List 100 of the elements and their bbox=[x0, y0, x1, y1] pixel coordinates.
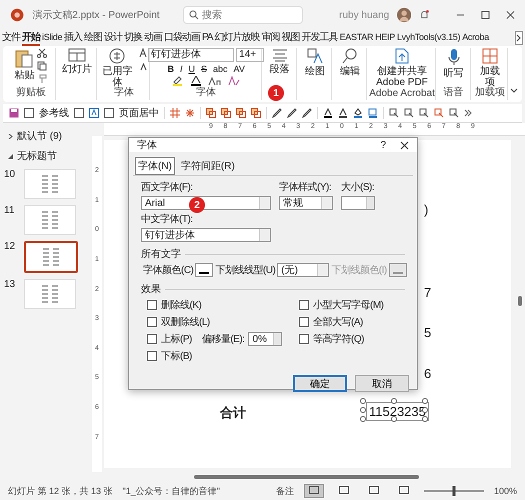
ribbon-tab[interactable]: 幻灯片放映 bbox=[214, 30, 260, 46]
format-button[interactable]: U bbox=[188, 64, 195, 74]
ribbon-tab[interactable]: 口袋动画 PA bbox=[164, 30, 213, 46]
checkbox[interactable] bbox=[147, 317, 157, 327]
fill-color-icon[interactable] bbox=[353, 108, 363, 118]
format-button[interactable]: B bbox=[167, 64, 174, 74]
avatar-icon[interactable] bbox=[397, 7, 412, 23]
field-label: 字体颜色(C) bbox=[143, 264, 194, 277]
ribbon-tab[interactable]: Acroba bbox=[462, 32, 489, 44]
case-icon[interactable] bbox=[208, 76, 222, 86]
section-header[interactable]: 默认节 (9) bbox=[4, 129, 92, 143]
checkbox[interactable] bbox=[24, 108, 34, 118]
paste-button[interactable]: 粘贴 bbox=[14, 48, 34, 84]
paragraph-button[interactable]: 段落 bbox=[270, 48, 290, 75]
outline-color-icon[interactable] bbox=[368, 108, 378, 118]
format-button[interactable]: AV bbox=[233, 64, 245, 74]
size-spinner[interactable] bbox=[341, 196, 375, 210]
dialog-button[interactable]: 取消 bbox=[355, 375, 409, 392]
editing-button[interactable]: 编辑 bbox=[340, 48, 360, 77]
asterisk-icon[interactable] bbox=[185, 108, 195, 118]
dialog-tab[interactable]: 字体(N) bbox=[135, 157, 175, 175]
ribbon-tab[interactable]: 绘图 bbox=[84, 30, 102, 46]
clear-format-icon[interactable] bbox=[228, 76, 240, 86]
ribbon-tab[interactable]: 动画 bbox=[144, 30, 162, 46]
more-icon[interactable] bbox=[464, 109, 472, 117]
close-icon[interactable] bbox=[400, 140, 409, 150]
search-field[interactable]: 搜索 bbox=[183, 6, 304, 24]
offset-spinner[interactable]: 0% bbox=[248, 332, 282, 346]
highlight-icon[interactable] bbox=[172, 76, 184, 86]
ribbon-tab[interactable]: 切换 bbox=[124, 30, 142, 46]
underline-style-dropdown[interactable]: (无) bbox=[277, 263, 330, 277]
font-color-icon[interactable] bbox=[323, 108, 333, 118]
ribbon-tab[interactable]: 文件 bbox=[2, 30, 20, 46]
shrink-font-icon[interactable] bbox=[138, 61, 149, 71]
maximize-icon[interactable] bbox=[481, 10, 490, 20]
bell-icon[interactable] bbox=[419, 9, 430, 21]
view-icon bbox=[368, 486, 379, 494]
dialog-tab[interactable]: 字符间距(R) bbox=[178, 157, 238, 175]
notes-button[interactable]: 备注 bbox=[276, 484, 294, 498]
dialog-button[interactable]: 确定 bbox=[293, 375, 347, 392]
tool-icon[interactable] bbox=[389, 108, 399, 118]
checkbox[interactable] bbox=[299, 317, 309, 327]
slide-info: 幻灯片 第 12 张，共 13 张 bbox=[8, 484, 113, 498]
dictate-button[interactable]: 听写 bbox=[444, 48, 464, 79]
font-color-icon[interactable] bbox=[190, 76, 202, 86]
ribbon-tab[interactable]: 插入 bbox=[64, 30, 82, 46]
create-pdf-button[interactable]: 创建并共享 Adobe PDF bbox=[369, 48, 435, 88]
slide-thumbnail[interactable] bbox=[24, 241, 78, 273]
new-slide-button[interactable]: 幻灯片 bbox=[62, 48, 92, 75]
cut-icon[interactable] bbox=[37, 48, 48, 58]
ribbon-tab[interactable]: EASTAR bbox=[340, 32, 374, 44]
cjk-font-dropdown[interactable]: 钉钉进步体 bbox=[141, 228, 271, 242]
ribbon-tab[interactable]: 开发工具 bbox=[302, 30, 338, 46]
format-painter-icon[interactable] bbox=[37, 74, 48, 84]
save-icon[interactable] bbox=[9, 108, 19, 118]
underline-color-button[interactable] bbox=[388, 263, 407, 277]
close-icon[interactable] bbox=[506, 10, 515, 20]
tool-icon[interactable] bbox=[419, 108, 429, 118]
format-button[interactable]: S bbox=[200, 64, 207, 74]
add-ins-button[interactable]: 加载项 bbox=[478, 48, 501, 88]
search-icon bbox=[342, 48, 358, 64]
font-name-dropdown[interactable]: 钉钉进步体 bbox=[148, 48, 234, 62]
window-title: 演示文稿2.pptx - PowerPoint bbox=[32, 8, 161, 22]
checkbox[interactable] bbox=[147, 351, 157, 361]
style-dropdown[interactable]: 常规 bbox=[279, 196, 333, 210]
ribbon-tab[interactable]: iSlide bbox=[42, 32, 62, 44]
grid-icon[interactable] bbox=[170, 108, 180, 118]
drawing-button[interactable]: 绘图 bbox=[304, 48, 325, 77]
checkbox[interactable] bbox=[74, 108, 84, 118]
checkbox[interactable] bbox=[147, 334, 157, 344]
tool-icon[interactable] bbox=[434, 108, 444, 118]
scroll-right-icon[interactable] bbox=[515, 31, 523, 45]
checkbox[interactable] bbox=[147, 300, 157, 310]
ribbon-tab[interactable]: HEIP bbox=[375, 32, 395, 44]
font-color-icon[interactable] bbox=[338, 108, 348, 118]
checkbox-label: 页面居中 bbox=[119, 106, 159, 120]
view-button[interactable] bbox=[304, 484, 324, 498]
checkbox[interactable] bbox=[299, 300, 309, 310]
text-box-icon[interactable] bbox=[89, 108, 99, 118]
help-button[interactable]: ? bbox=[380, 140, 386, 150]
ribbon-tab[interactable]: LvyhTools(v3.15) bbox=[396, 32, 460, 44]
grow-font-icon[interactable] bbox=[138, 48, 149, 58]
ribbon-tab[interactable]: 审阅 bbox=[262, 30, 280, 46]
checkbox[interactable] bbox=[104, 108, 114, 118]
used-fonts-button[interactable]: 已用字体 bbox=[98, 48, 136, 88]
copy-icon[interactable] bbox=[37, 61, 48, 71]
format-button[interactable]: abc bbox=[212, 64, 228, 74]
format-button[interactable]: I bbox=[180, 64, 182, 74]
tool-icon[interactable] bbox=[449, 108, 459, 118]
font-color-button[interactable] bbox=[195, 263, 214, 277]
section-header[interactable]: 无标题节 bbox=[4, 149, 92, 163]
field-label: 偏移量(E): bbox=[202, 333, 244, 346]
ribbon-tab[interactable]: 视图 bbox=[282, 30, 300, 46]
tool-icon[interactable] bbox=[404, 108, 414, 118]
chevron-down-icon[interactable] bbox=[510, 88, 518, 94]
checkbox[interactable] bbox=[299, 334, 309, 344]
font-size-dropdown[interactable]: 14+ bbox=[236, 48, 264, 62]
slide-text: ) bbox=[424, 202, 428, 217]
zoom-level[interactable]: 100% bbox=[494, 486, 517, 496]
ribbon-tab[interactable]: 设计 bbox=[104, 30, 122, 46]
